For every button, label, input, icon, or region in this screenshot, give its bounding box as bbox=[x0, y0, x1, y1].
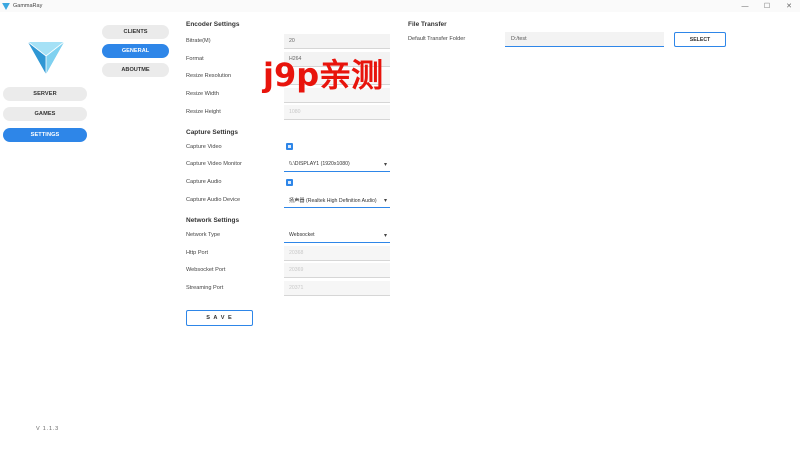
default-transfer-folder-label: Default Transfer Folder bbox=[408, 36, 466, 42]
minimize-icon[interactable]: — bbox=[734, 0, 756, 12]
network-type-label: Network Type bbox=[186, 232, 221, 238]
resize-height-input[interactable]: 1080 bbox=[284, 105, 390, 120]
logo-icon bbox=[28, 41, 64, 74]
streaming-port-input[interactable]: 20371 bbox=[284, 281, 390, 296]
tab-general[interactable]: GENERAL bbox=[102, 44, 169, 58]
streaming-port-label: Streaming Port bbox=[186, 285, 224, 291]
window-controls: — ☐ ✕ bbox=[734, 0, 800, 12]
bitrate-input[interactable]: 20 bbox=[284, 34, 390, 49]
resize-height-label: Resize Height bbox=[186, 109, 221, 115]
chevron-down-icon: ▾ bbox=[383, 232, 387, 239]
format-label: Format bbox=[186, 56, 204, 62]
nav-games-button[interactable]: GAMES bbox=[3, 107, 87, 121]
capture-audio-device-select[interactable]: 扬声器 (Realtek High Definition Audio) ▾ bbox=[284, 193, 390, 208]
select-folder-button[interactable]: SELECT bbox=[674, 32, 726, 47]
capture-audio-device-label: Capture Audio Device bbox=[186, 197, 241, 203]
bitrate-label: Bitrate(M) bbox=[186, 38, 211, 44]
encoder-settings-title: Encoder Settings bbox=[186, 21, 240, 28]
maximize-icon[interactable]: ☐ bbox=[756, 0, 778, 12]
title-bar: GammaRay — ☐ ✕ bbox=[0, 0, 800, 12]
chevron-down-icon: ▾ bbox=[383, 197, 387, 204]
http-port-input[interactable]: 20368 bbox=[284, 246, 390, 261]
close-icon[interactable]: ✕ bbox=[778, 0, 800, 12]
capture-audio-device-value: 扬声器 (Realtek High Definition Audio) bbox=[289, 197, 377, 204]
version-label: V 1.1.3 bbox=[36, 426, 60, 432]
http-port-label: Http Port bbox=[186, 250, 209, 256]
watermark-text: j9p亲测 bbox=[263, 56, 384, 94]
tab-aboutme[interactable]: ABOUTME bbox=[102, 63, 169, 77]
network-settings-title: Network Settings bbox=[186, 217, 240, 224]
app-icon bbox=[2, 2, 10, 10]
chevron-down-icon: ▾ bbox=[383, 161, 387, 168]
network-type-value: Websocket bbox=[289, 232, 315, 238]
resize-resolution-label: Resize Resolution bbox=[186, 73, 232, 79]
capture-audio-label: Capture Audio bbox=[186, 179, 222, 185]
capture-monitor-select[interactable]: \\.\DISPLAY1 (1920x1080) ▾ bbox=[284, 157, 390, 172]
tab-clients[interactable]: CLIENTS bbox=[102, 25, 169, 39]
websocket-port-input[interactable]: 20369 bbox=[284, 263, 390, 278]
network-type-select[interactable]: Websocket ▾ bbox=[284, 228, 390, 243]
nav-server-button[interactable]: SERVER bbox=[3, 87, 87, 101]
file-transfer-title: File Transfer bbox=[408, 21, 447, 28]
capture-settings-title: Capture Settings bbox=[186, 129, 239, 136]
capture-audio-checkbox[interactable] bbox=[286, 179, 293, 186]
nav-settings-button[interactable]: SETTINGS bbox=[3, 128, 87, 142]
transfer-folder-input[interactable]: D:/test bbox=[505, 32, 664, 47]
websocket-port-label: Websocket Port bbox=[186, 267, 226, 273]
window-title: GammaRay bbox=[13, 3, 43, 9]
capture-video-label: Capture Video bbox=[186, 144, 222, 150]
save-button[interactable]: S A V E bbox=[186, 310, 253, 326]
resize-width-label: Resize Width bbox=[186, 91, 219, 97]
capture-monitor-label: Capture Video Monitor bbox=[186, 161, 242, 167]
capture-monitor-value: \\.\DISPLAY1 (1920x1080) bbox=[289, 161, 350, 167]
capture-video-checkbox[interactable] bbox=[286, 143, 293, 150]
